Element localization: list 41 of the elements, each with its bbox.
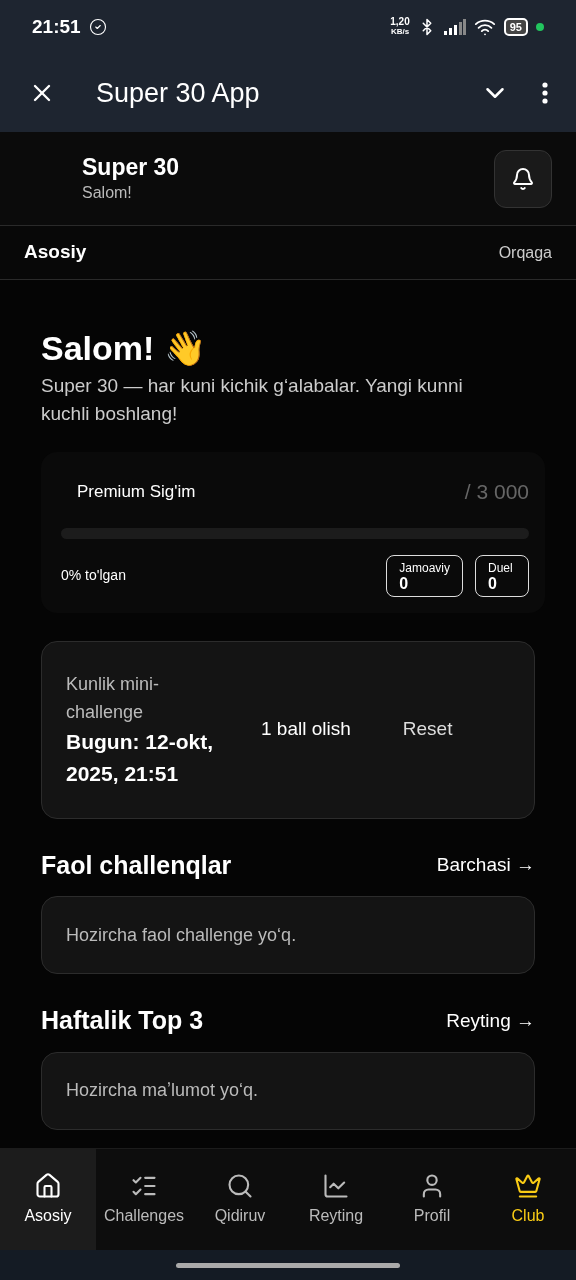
hero-text: Super 30 — har kuni kichik gʻalabalar. Yangi kunni kuchli boshlang! (41, 374, 464, 426)
daily-label: Kunlik mini-challenge (66, 672, 161, 724)
net-speed: 1,20 (390, 17, 410, 27)
capacity-title: Premium Sig'im (77, 481, 196, 503)
house-icon (34, 1171, 62, 1200)
nav-tab[interactable]: Challenges (96, 1149, 192, 1250)
header-title: Super 30 (82, 152, 180, 181)
nav-tab[interactable]: Profil (384, 1149, 480, 1250)
empty-message: Hozircha faol challenge yoʻq. (66, 923, 297, 947)
signal-icon (443, 19, 466, 35)
section-link[interactable]: Barchasi → (436, 851, 535, 880)
bell-icon (511, 166, 535, 191)
line-chart-icon (322, 1171, 350, 1200)
hero-title: Salom! 👋 (41, 328, 207, 368)
header-subtitle: Salom! (82, 182, 133, 203)
daily-date: Bugun: 12-okt, 2025, 21:51 (66, 728, 214, 787)
page-title: Asosiy (24, 240, 87, 265)
check-circle-icon (88, 18, 107, 36)
capacity-total: / 3 000 (464, 479, 529, 505)
more-icon (542, 82, 548, 104)
stat-badge: Duel 0 (475, 554, 529, 597)
nav-tab[interactable]: Asosiy (0, 1149, 96, 1250)
nav-tab[interactable]: Club (480, 1149, 576, 1250)
section-title: Faol challenqlar (41, 849, 232, 881)
menu-button[interactable] (542, 82, 548, 104)
search-icon (226, 1171, 254, 1200)
stat-badge: Jamoaviy 0 (386, 554, 463, 597)
notification-button[interactable] (494, 149, 552, 208)
claim-button[interactable]: 1 ball olish (261, 715, 351, 744)
battery-indicator: 95 (503, 18, 528, 36)
reset-button[interactable]: Reset (402, 715, 453, 744)
nav-tab[interactable]: Reyting (288, 1149, 384, 1250)
net-unit: KB/s (390, 27, 410, 37)
section-link[interactable]: Reyting → (446, 1006, 535, 1035)
nav-tab[interactable]: Qidiruv (192, 1149, 288, 1250)
back-link[interactable]: Orqaga (498, 240, 552, 265)
capacity-percent: 0% to'lgan (61, 566, 126, 585)
section-title: Haftalik Top 3 (41, 1005, 204, 1036)
empty-message: Hozircha maʼlumot yoʻq. (66, 1079, 259, 1102)
clock: 21:51 (32, 14, 81, 39)
app-title: Super 30 App (96, 76, 261, 110)
